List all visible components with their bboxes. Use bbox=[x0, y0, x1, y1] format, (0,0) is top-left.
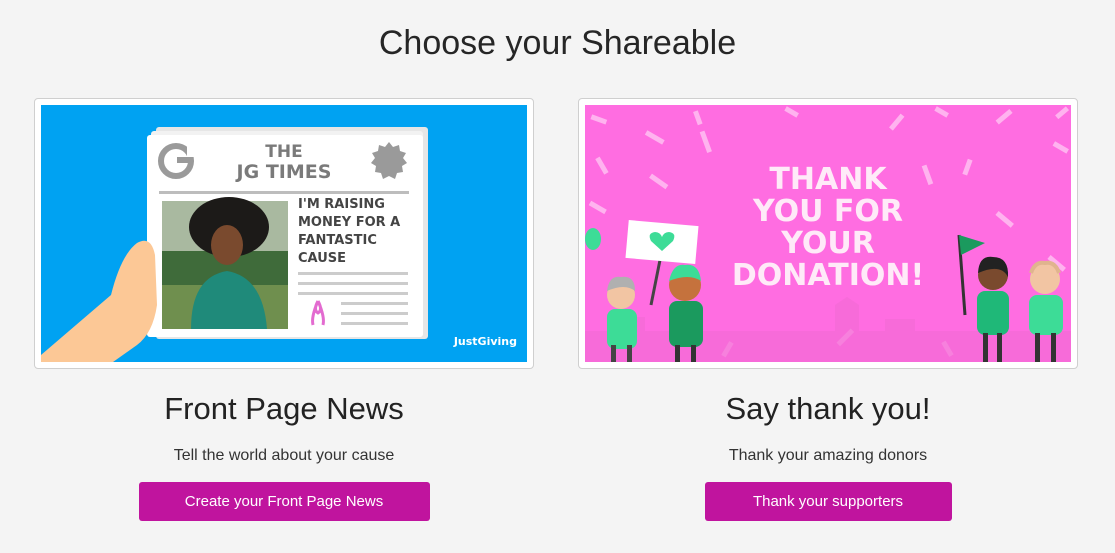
paper-title-line1: THE bbox=[265, 142, 302, 162]
thank-line3: YOUR bbox=[780, 226, 875, 261]
page-title: Choose your Shareable bbox=[378, 24, 737, 62]
thank-line4: DONATION! bbox=[732, 258, 924, 293]
shareable-card-front-page-news: THE JG TIMES I'M RAISING MONEY FOR A FAN… bbox=[34, 98, 534, 521]
create-front-page-news-button[interactable]: Create your Front Page News bbox=[138, 482, 430, 521]
balloon-icon bbox=[585, 228, 601, 250]
front-page-news-illustration: THE JG TIMES I'M RAISING MONEY FOR A FAN… bbox=[41, 105, 527, 362]
thank-line1: THANK bbox=[769, 162, 888, 197]
thank-line2: YOU FOR bbox=[752, 194, 903, 229]
thank-you-preview[interactable]: THANK YOU FOR YOUR DONATION! bbox=[578, 98, 1078, 369]
paper-title-line2: JG TIMES bbox=[235, 161, 332, 183]
headline-line2: MONEY FOR A bbox=[298, 215, 400, 230]
justgiving-brand: JustGiving bbox=[453, 335, 517, 348]
thank-you-illustration: THANK YOU FOR YOUR DONATION! bbox=[585, 105, 1071, 362]
card-subtitle: Tell the world about your cause bbox=[173, 447, 395, 464]
headline-line4: CAUSE bbox=[298, 251, 346, 266]
card-title: Say thank you! bbox=[725, 391, 931, 426]
headline-line1: I'M RAISING bbox=[298, 197, 385, 212]
shareable-card-thank-you: THANK YOU FOR YOUR DONATION! Say thank y… bbox=[578, 98, 1078, 521]
thank-supporters-button[interactable]: Thank your supporters bbox=[704, 482, 952, 521]
card-title: Front Page News bbox=[164, 391, 404, 426]
front-page-news-preview[interactable]: THE JG TIMES I'M RAISING MONEY FOR A FAN… bbox=[34, 98, 534, 369]
headline-line3: FANTASTIC bbox=[298, 233, 377, 248]
card-subtitle: Thank your amazing donors bbox=[728, 447, 928, 464]
woman-photo bbox=[162, 197, 288, 329]
